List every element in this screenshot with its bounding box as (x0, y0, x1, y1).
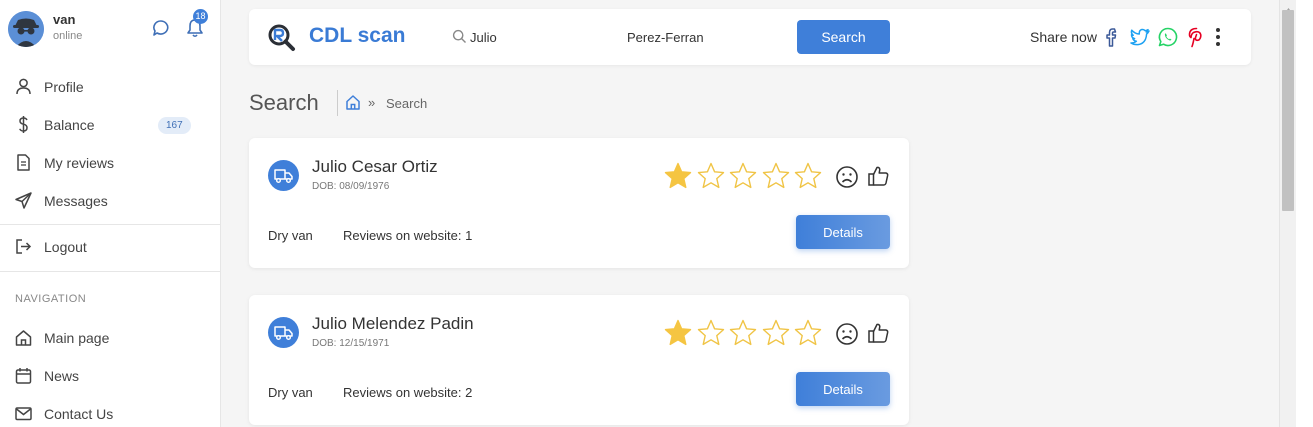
truck-icon (268, 317, 299, 348)
thumbs-up-icon[interactable] (867, 321, 890, 344)
sidebar-item-profile[interactable]: Profile (0, 71, 221, 103)
top-header: CDL scan Search Share now (249, 9, 1251, 65)
sidebar-item-label: My reviews (44, 155, 115, 171)
equipment-type: Dry van (268, 385, 313, 400)
sidebar-item-news[interactable]: News (0, 360, 221, 392)
star-empty-icon[interactable] (761, 161, 791, 191)
driver-dob: DOB: 12/15/1971 (312, 338, 390, 349)
star-empty-icon[interactable] (728, 318, 758, 348)
sad-face-icon[interactable] (835, 165, 859, 189)
driver-name[interactable]: Julio Cesar Ortiz (312, 157, 438, 177)
reviews-count: Reviews on website: 1 (343, 228, 473, 243)
user-status: online (53, 30, 83, 42)
search-button[interactable]: Search (797, 20, 890, 54)
twitter-icon[interactable] (1129, 26, 1151, 48)
notification-badge: 18 (193, 9, 208, 24)
breadcrumb-separator: » (368, 95, 376, 110)
sidebar-item-logout[interactable]: Logout (0, 231, 221, 263)
driver-card: Julio Cesar Ortiz DOB: 08/09/1976 Dry va… (249, 138, 909, 268)
dollar-icon (14, 115, 33, 134)
search-icon (452, 29, 467, 44)
sidebar-item-messages[interactable]: Messages (0, 185, 221, 217)
star-empty-icon[interactable] (793, 161, 823, 191)
star-empty-icon[interactable] (696, 318, 726, 348)
sidebar-divider (0, 271, 221, 272)
sidebar-item-label: Contact Us (44, 406, 114, 422)
reviews-count: Reviews on website: 2 (343, 385, 473, 400)
sidebar-item-label: News (44, 368, 80, 384)
breadcrumb-current: Search (386, 96, 428, 111)
sidebar-item-label: Messages (44, 193, 108, 209)
send-icon (14, 191, 33, 210)
star-empty-icon[interactable] (696, 161, 726, 191)
title-divider (337, 90, 338, 116)
mail-icon (14, 404, 33, 423)
pinterest-icon[interactable] (1185, 26, 1207, 48)
sidebar-divider (0, 224, 221, 225)
star-filled-icon[interactable] (663, 161, 693, 191)
truck-icon (268, 160, 299, 191)
facebook-icon[interactable] (1101, 26, 1123, 48)
star-empty-icon[interactable] (761, 318, 791, 348)
sidebar-item-label: Main page (44, 330, 110, 346)
document-icon (14, 153, 33, 172)
sidebar-item-label: Logout (44, 239, 87, 255)
star-empty-icon[interactable] (793, 318, 823, 348)
equipment-type: Dry van (268, 228, 313, 243)
chat-icon[interactable] (152, 19, 170, 37)
last-name-input[interactable] (627, 25, 767, 49)
first-name-input[interactable] (470, 25, 610, 49)
scrollbar-thumb[interactable] (1282, 10, 1294, 211)
user-icon (14, 77, 33, 96)
sidebar-item-balance[interactable]: Balance 167 (0, 109, 221, 141)
driver-card: Julio Melendez Padin DOB: 12/15/1971 Dry… (249, 295, 909, 425)
details-button[interactable]: Details (796, 215, 890, 249)
balance-badge: 167 (158, 117, 191, 134)
home-icon (14, 328, 33, 347)
rating-stars (663, 318, 823, 350)
whatsapp-icon[interactable] (1157, 26, 1179, 48)
navigation-heading: NAVIGATION (15, 293, 87, 305)
logo-text[interactable]: CDL scan (309, 24, 405, 48)
page-scrollbar[interactable] (1279, 0, 1296, 427)
star-filled-icon[interactable] (663, 318, 693, 348)
driver-name[interactable]: Julio Melendez Padin (312, 314, 474, 334)
calendar-icon (14, 366, 33, 385)
details-button[interactable]: Details (796, 372, 890, 406)
window-edge (1296, 0, 1313, 427)
cdl-scan-logo-icon[interactable] (267, 23, 296, 52)
sidebar: van online 18 Profile Balance 167 My rev… (0, 0, 221, 427)
user-panel: van online 18 (8, 9, 213, 47)
breadcrumb-home-icon[interactable] (345, 94, 361, 110)
more-options-icon[interactable] (1215, 27, 1221, 47)
driver-dob: DOB: 08/09/1976 (312, 181, 390, 192)
share-label: Share now (1030, 29, 1097, 45)
sidebar-item-contact-us[interactable]: Contact Us (0, 398, 221, 427)
sidebar-item-main-page[interactable]: Main page (0, 322, 221, 354)
sidebar-item-label: Balance (44, 117, 95, 133)
rating-stars (663, 161, 823, 193)
sad-face-icon[interactable] (835, 322, 859, 346)
logout-icon (14, 237, 33, 256)
thumbs-up-icon[interactable] (867, 164, 890, 187)
user-name: van (53, 12, 76, 27)
sidebar-item-my-reviews[interactable]: My reviews (0, 147, 221, 179)
star-empty-icon[interactable] (728, 161, 758, 191)
scroll-up-arrow-icon[interactable] (1284, 1, 1293, 14)
sidebar-item-label: Profile (44, 79, 84, 95)
avatar[interactable] (8, 11, 44, 47)
page-title: Search (249, 90, 319, 115)
